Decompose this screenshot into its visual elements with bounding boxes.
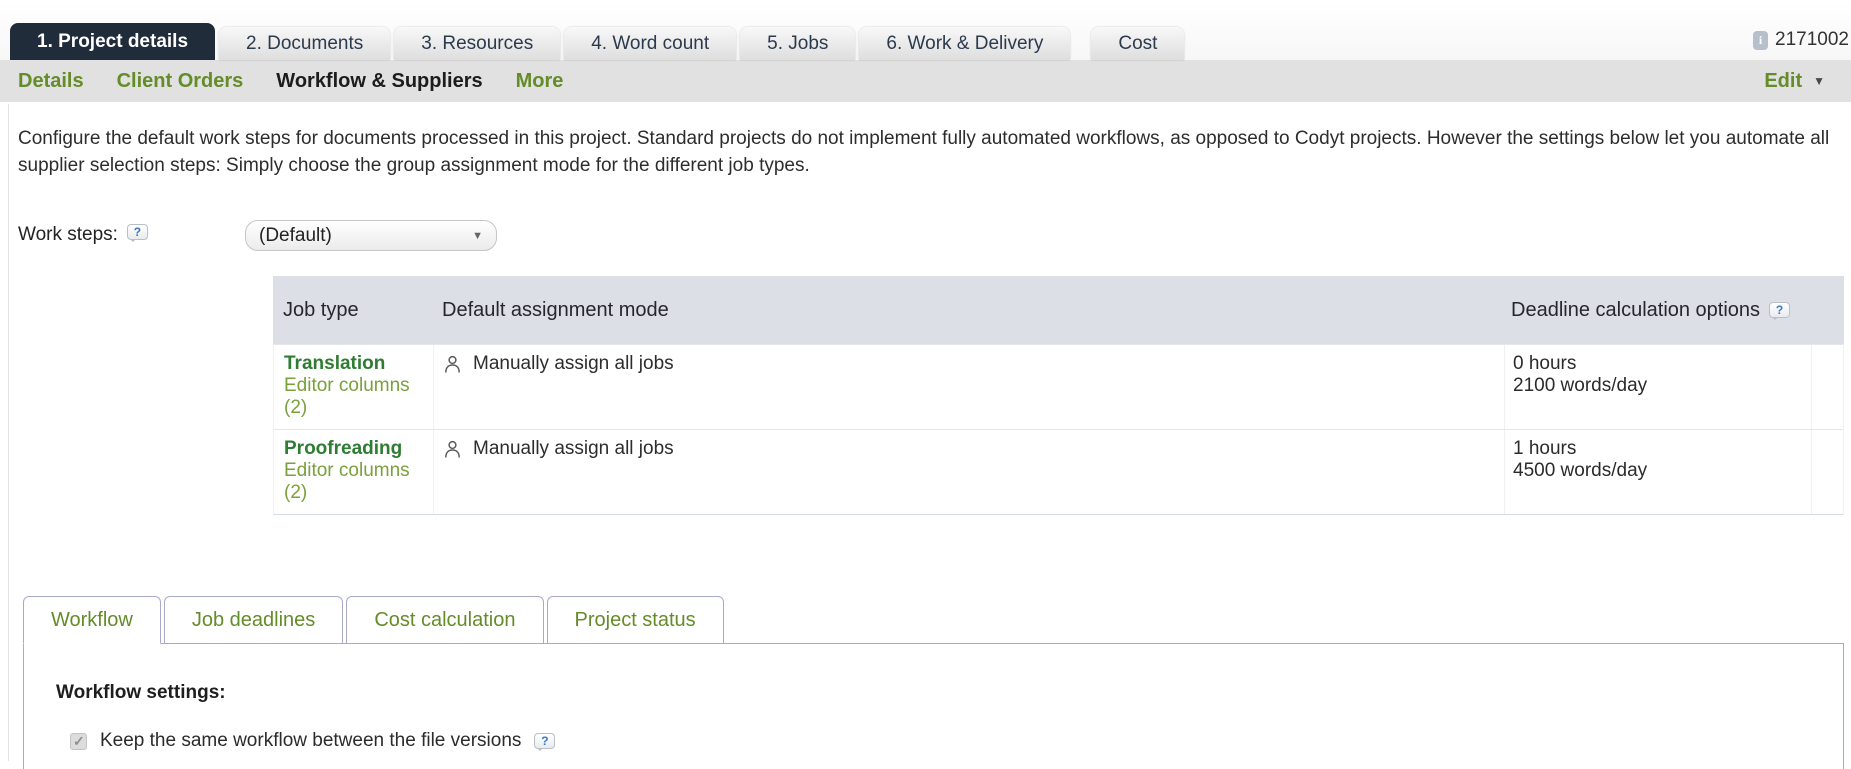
deadline-words-value: 2100 words/day (1513, 375, 1811, 397)
tab-project-details[interactable]: 1. Project details (10, 23, 215, 60)
editor-columns-link[interactable]: Editor columns (2) (284, 460, 433, 504)
help-icon[interactable]: ? (1769, 302, 1790, 318)
settings-section: Workflow Job deadlines Cost calculation … (0, 596, 1851, 769)
project-id-badge: i 2171002 (1753, 29, 1849, 51)
work-steps-dropdown[interactable]: (Default) ▼ (245, 220, 497, 251)
deadline-hours-value: 0 hours (1513, 353, 1811, 375)
nav-item-more[interactable]: More (516, 70, 564, 93)
assignment-mode-cell: Manually assign all jobs (433, 345, 1504, 429)
work-steps-label: Work steps: (18, 224, 118, 246)
job-type-link-proofreading[interactable]: Proofreading (284, 438, 433, 460)
deadline-options-cell: 1 hours 4500 words/day (1504, 430, 1811, 514)
column-header-assignment-mode: Default assignment mode (432, 299, 1503, 322)
row-actions-cell (1811, 345, 1845, 429)
settings-tab-bar: Workflow Job deadlines Cost calculation … (23, 596, 1844, 644)
deadline-options-cell: 0 hours 2100 words/day (1504, 345, 1811, 429)
tab-cost[interactable]: Cost (1091, 27, 1184, 60)
section-nav-bar: Details Client Orders Workflow & Supplie… (0, 60, 1851, 102)
dropdown-caret-icon: ▼ (472, 230, 483, 242)
column-header-job-type: Job type (273, 299, 432, 322)
row-actions-cell (1811, 430, 1845, 514)
subtab-project-status[interactable]: Project status (547, 596, 724, 644)
edit-button-label: Edit (1764, 70, 1802, 93)
page-left-divider (8, 104, 9, 761)
person-icon (444, 355, 461, 374)
work-steps-selected-value: (Default) (259, 225, 332, 247)
deadline-header-label: Deadline calculation options (1511, 299, 1760, 322)
nav-item-details[interactable]: Details (18, 70, 84, 93)
intro-paragraph: Configure the default work steps for doc… (18, 125, 1833, 179)
info-icon[interactable]: i (1753, 31, 1768, 50)
keep-workflow-checkbox[interactable] (70, 733, 87, 750)
nav-item-workflow-suppliers[interactable]: Workflow & Suppliers (276, 70, 482, 93)
assignment-mode-value: Manually assign all jobs (473, 438, 674, 460)
deadline-words-value: 4500 words/day (1513, 460, 1811, 482)
job-type-cell: Proofreading Editor columns (2) (274, 430, 433, 514)
table-row: Translation Editor columns (2) Manually … (273, 344, 1844, 429)
tab-documents[interactable]: 2. Documents (219, 27, 390, 60)
deadline-hours-value: 1 hours (1513, 438, 1811, 460)
work-steps-label-group: Work steps: ? (18, 220, 245, 246)
assignment-mode-value: Manually assign all jobs (473, 353, 674, 375)
keep-workflow-option-row: Keep the same workflow between the file … (70, 730, 1843, 752)
nav-item-client-orders[interactable]: Client Orders (117, 70, 244, 93)
workflow-settings-heading: Workflow settings: (56, 682, 1843, 704)
table-header-row: Job type Default assignment mode Deadlin… (273, 276, 1844, 344)
app-window: 1. Project details 2. Documents 3. Resou… (0, 0, 1851, 769)
person-icon (444, 440, 461, 459)
table-row: Proofreading Editor columns (2) Manually… (273, 429, 1844, 515)
main-content: Configure the default work steps for doc… (0, 125, 1851, 515)
main-tab-bar: 1. Project details 2. Documents 3. Resou… (0, 0, 1851, 60)
help-icon[interactable]: ? (127, 224, 148, 240)
job-type-link-translation[interactable]: Translation (284, 353, 433, 375)
workflow-settings-panel: Workflow settings: Keep the same workflo… (23, 643, 1844, 769)
job-type-table: Job type Default assignment mode Deadlin… (273, 276, 1844, 515)
help-icon[interactable]: ? (534, 733, 555, 749)
job-type-cell: Translation Editor columns (2) (274, 345, 433, 429)
subtab-job-deadlines[interactable]: Job deadlines (164, 596, 343, 644)
tab-word-count[interactable]: 4. Word count (564, 27, 736, 60)
tab-jobs[interactable]: 5. Jobs (740, 27, 855, 60)
work-steps-row: Work steps: ? (Default) ▼ (18, 220, 1833, 251)
chevron-down-icon: ▼ (1813, 74, 1825, 88)
tab-work-delivery[interactable]: 6. Work & Delivery (859, 27, 1070, 60)
assignment-mode-cell: Manually assign all jobs (433, 430, 1504, 514)
edit-button[interactable]: Edit ▼ (1764, 70, 1825, 93)
keep-workflow-checkbox-label: Keep the same workflow between the file … (100, 730, 521, 752)
subtab-workflow[interactable]: Workflow (23, 596, 161, 644)
subtab-cost-calculation[interactable]: Cost calculation (346, 596, 543, 644)
column-header-deadline-options: Deadline calculation options ? (1503, 299, 1810, 322)
project-id-value: 2171002 (1775, 29, 1849, 51)
editor-columns-link[interactable]: Editor columns (2) (284, 375, 433, 419)
tab-resources[interactable]: 3. Resources (394, 27, 560, 60)
